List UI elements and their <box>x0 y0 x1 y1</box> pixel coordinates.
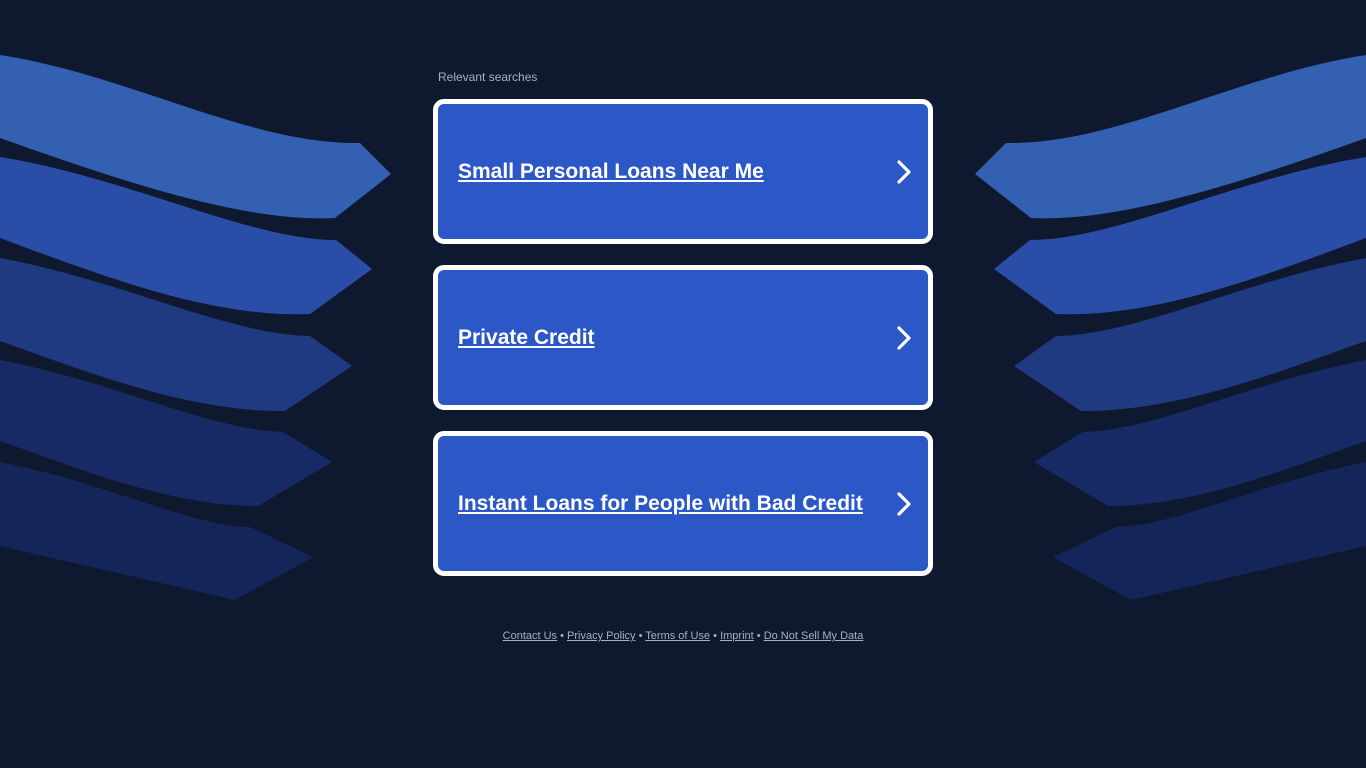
do-not-sell-my-data-link[interactable]: Do Not Sell My Data <box>764 630 864 642</box>
left-ribbons <box>0 55 391 600</box>
imprint-link[interactable]: Imprint <box>720 630 754 642</box>
search-result-link[interactable]: Private Credit <box>458 326 595 350</box>
chevron-right-icon <box>897 159 911 184</box>
privacy-policy-link[interactable]: Privacy Policy <box>567 630 635 642</box>
search-result-card[interactable]: Private Credit <box>433 265 933 410</box>
footer-separator: • <box>713 630 718 642</box>
chevron-right-icon <box>897 491 911 516</box>
footer-separator: • <box>560 630 564 642</box>
footer-separator: • <box>638 630 643 642</box>
search-result-card[interactable]: Small Personal Loans Near Me <box>433 99 933 244</box>
search-result-link[interactable]: Small Personal Loans Near Me <box>458 160 764 184</box>
terms-of-use-link[interactable]: Terms of Use <box>645 630 710 642</box>
contact-us-link[interactable]: Contact Us <box>503 630 557 642</box>
right-ribbons <box>975 55 1366 600</box>
chevron-right-icon <box>897 325 911 350</box>
footer-separator: • <box>756 630 761 642</box>
landing-page: Relevant searches Small Personal Loans N… <box>0 0 1366 768</box>
search-result-link[interactable]: Instant Loans for People with Bad Credit <box>458 492 863 516</box>
search-result-card[interactable]: Instant Loans for People with Bad Credit <box>433 431 933 576</box>
related-searches-heading: Relevant searches <box>438 70 538 84</box>
footer-links: Contact Us • Privacy Policy • Terms of U… <box>0 630 1366 642</box>
